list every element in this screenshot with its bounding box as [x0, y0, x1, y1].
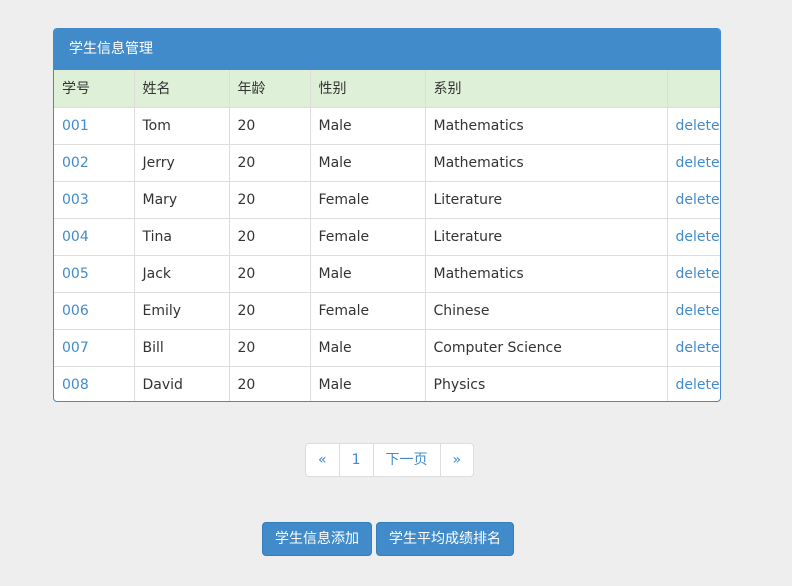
header-action — [666, 70, 720, 107]
student-age: 20 — [228, 291, 310, 329]
delete-link[interactable]: delete — [666, 180, 720, 218]
student-panel: 学生信息管理 学号 姓名 年龄 性别 系别 001 Tom 20 Male Ma… — [53, 28, 721, 402]
header-gender: 性别 — [309, 70, 425, 107]
delete-link[interactable]: delete — [666, 217, 720, 255]
delete-link[interactable]: delete — [666, 143, 720, 181]
student-dept: Mathematics — [424, 106, 667, 144]
student-age: 20 — [228, 328, 310, 366]
header-age: 年龄 — [228, 70, 310, 107]
table-header-row: 学号 姓名 年龄 性别 系别 — [54, 70, 720, 107]
student-name: Tom — [133, 106, 229, 144]
student-id-link[interactable]: 003 — [54, 180, 134, 218]
student-gender: Male — [309, 328, 425, 366]
student-table: 学号 姓名 年龄 性别 系别 001 Tom 20 Male Mathemati… — [54, 70, 720, 401]
student-age: 20 — [228, 217, 310, 255]
student-gender: Female — [309, 180, 425, 218]
header-id: 学号 — [62, 81, 90, 98]
student-gender: Female — [309, 291, 425, 329]
header-name: 姓名 — [133, 70, 229, 107]
prev-page-button[interactable]: « — [306, 444, 339, 476]
student-dept: Physics — [424, 365, 667, 401]
student-id-link[interactable]: 005 — [54, 254, 134, 292]
table-row: 004 Tina 20 Female Literature delete — [54, 217, 720, 255]
pagination: « 1 下一页 » — [305, 443, 475, 477]
table-row: 008 David 20 Male Physics delete — [54, 365, 720, 401]
add-student-button[interactable]: 学生信息添加 — [262, 522, 372, 556]
average-score-ranking-button[interactable]: 学生平均成绩排名 — [376, 522, 514, 556]
table-row: 005 Jack 20 Male Mathematics delete — [54, 254, 720, 292]
student-name: Mary — [133, 180, 229, 218]
header-dept: 系别 — [424, 70, 667, 107]
table-row: 003 Mary 20 Female Literature delete — [54, 180, 720, 218]
delete-link[interactable]: delete — [666, 328, 720, 366]
next-page-button[interactable]: 下一页 — [372, 444, 440, 476]
page-1-button[interactable]: 1 — [338, 444, 373, 476]
student-id-link[interactable]: 002 — [54, 143, 134, 181]
panel-title: 学生信息管理 — [54, 29, 720, 70]
student-id-link[interactable]: 007 — [54, 328, 134, 366]
delete-link[interactable]: delete — [666, 365, 720, 401]
student-name: David — [133, 365, 229, 401]
delete-link[interactable]: delete — [666, 254, 720, 292]
student-dept: Computer Science — [424, 328, 667, 366]
student-name: Jack — [133, 254, 229, 292]
student-dept: Chinese — [424, 291, 667, 329]
table-row: 002 Jerry 20 Male Mathematics delete — [54, 143, 720, 181]
delete-link[interactable]: delete — [666, 106, 720, 144]
student-gender: Male — [309, 365, 425, 401]
table-row: 007 Bill 20 Male Computer Science delete — [54, 328, 720, 366]
student-age: 20 — [228, 106, 310, 144]
student-dept: Literature — [424, 180, 667, 218]
student-age: 20 — [228, 254, 310, 292]
student-gender: Male — [309, 143, 425, 181]
delete-link[interactable]: delete — [666, 291, 720, 329]
student-age: 20 — [228, 365, 310, 401]
student-gender: Male — [309, 106, 425, 144]
student-age: 20 — [228, 143, 310, 181]
student-id-link[interactable]: 006 — [54, 291, 134, 329]
student-age: 20 — [228, 180, 310, 218]
student-gender: Male — [309, 254, 425, 292]
student-name: Tina — [133, 217, 229, 255]
table-row: 001 Tom 20 Male Mathematics delete — [54, 106, 720, 144]
student-id-link[interactable]: 008 — [54, 365, 134, 401]
student-id-link[interactable]: 001 — [54, 106, 134, 144]
student-dept: Mathematics — [424, 143, 667, 181]
last-page-button[interactable]: » — [439, 444, 474, 476]
student-gender: Female — [309, 217, 425, 255]
student-name: Jerry — [133, 143, 229, 181]
table-body: 001 Tom 20 Male Mathematics delete 002 J… — [54, 106, 720, 401]
table-row: 006 Emily 20 Female Chinese delete — [54, 291, 720, 329]
student-id-link[interactable]: 004 — [54, 217, 134, 255]
student-name: Bill — [133, 328, 229, 366]
student-name: Emily — [133, 291, 229, 329]
student-dept: Mathematics — [424, 254, 667, 292]
student-dept: Literature — [424, 217, 667, 255]
